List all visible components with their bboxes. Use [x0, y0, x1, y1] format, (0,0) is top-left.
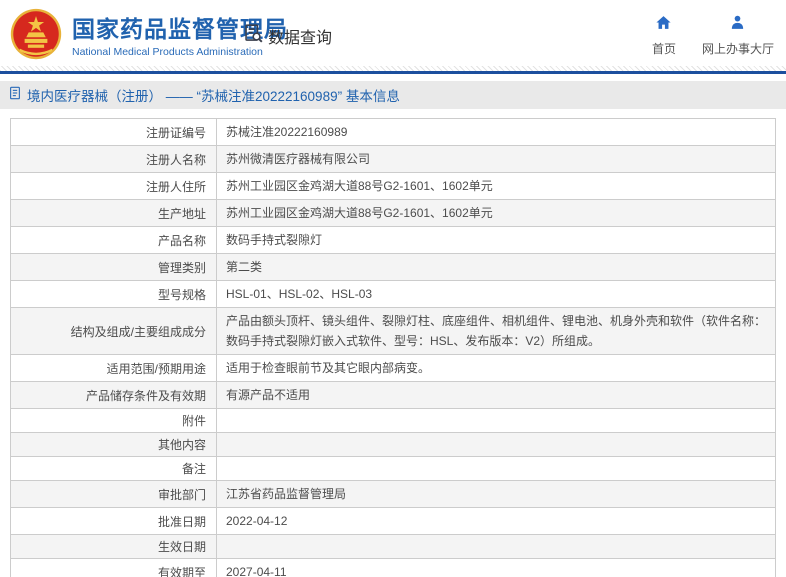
field-value: 2027-04-11 — [216, 558, 776, 577]
page-title-bar: 境内医疗器械（注册） —— “苏械注准20222160989” 基本信息 — [0, 81, 786, 109]
field-label: 批准日期 — [10, 507, 217, 535]
document-icon — [8, 86, 22, 105]
field-value — [216, 408, 776, 433]
field-value: 产品由额头顶杆、镜头组件、裂隙灯柱、底座组件、相机组件、锂电池、机身外壳和软件（… — [216, 307, 776, 355]
field-label-text: 生产地址 — [157, 206, 206, 221]
field-label-text: 注册人住所 — [145, 179, 206, 194]
page-title: 境内医疗器械（注册） —— “苏械注准20222160989” 基本信息 — [27, 89, 400, 104]
data-query-label: 数据查询 — [268, 30, 333, 47]
field-label: 附件 — [10, 408, 217, 433]
field-value: 第二类 — [216, 253, 776, 281]
table-row: 有效期至 2027-04-11 — [10, 558, 776, 577]
field-label: 审批部门 — [10, 480, 217, 508]
field-label-text: 其他内容 — [157, 438, 206, 452]
field-label: 有效期至 — [10, 558, 217, 577]
field-label-text: 产品储存条件及有效期 — [85, 388, 206, 403]
table-row: 批准日期 2022-04-12 — [10, 507, 776, 535]
field-label-text: 型号规格 — [157, 287, 206, 302]
field-label: 生产地址 — [10, 199, 217, 227]
field-label-text: 产品名称 — [157, 233, 206, 248]
field-label-text: 批准日期 — [157, 514, 206, 529]
field-value: 苏州工业园区金鸡湖大道88号G2-1601、1602单元 — [216, 172, 776, 200]
field-value: 适用于检查眼前节及其它眼内部病变。 — [216, 354, 776, 382]
table-row: 产品名称 数码手持式裂隙灯 — [10, 226, 776, 254]
table-row: 生产地址 苏州工业园区金鸡湖大道88号G2-1601、1602单元 — [10, 199, 776, 227]
site-header: 国家药品监督管理局 National Medical Products Admi… — [0, 0, 786, 66]
table-row: 适用范围/预期用途 适用于检查眼前节及其它眼内部病变。 — [10, 354, 776, 382]
field-label: 型号规格 — [10, 280, 217, 308]
page: 国家药品监督管理局 National Medical Products Admi… — [0, 0, 786, 577]
document-search-icon — [243, 23, 264, 49]
field-label: 管理类别 — [10, 253, 217, 281]
field-label: 产品名称 — [10, 226, 217, 254]
person-icon — [729, 14, 746, 36]
field-value — [216, 534, 776, 559]
home-icon — [655, 14, 672, 36]
table-row: 生效日期 — [10, 534, 776, 559]
table-row: 管理类别 第二类 — [10, 253, 776, 281]
field-label-text: 适用范围/预期用途 — [106, 361, 206, 376]
field-label: 其他内容 — [10, 432, 217, 457]
field-value: 苏州微清医疗器械有限公司 — [216, 145, 776, 173]
field-label: 注册人住所 — [10, 172, 217, 200]
nav-data-query[interactable]: 数据查询 — [243, 23, 332, 49]
field-value: 苏州工业园区金鸡湖大道88号G2-1601、1602单元 — [216, 199, 776, 227]
field-label: 结构及组成/主要组成成分 — [10, 307, 217, 355]
spacer — [0, 109, 786, 118]
field-value — [216, 456, 776, 481]
field-label: 备注 — [10, 456, 217, 481]
table-row: 注册证编号 苏械注准20222160989 — [10, 118, 776, 146]
field-label-text: 有效期至 — [157, 565, 206, 577]
top-nav: 首页 网上办事大厅 — [652, 14, 774, 57]
table-row: 产品储存条件及有效期 有源产品不适用 — [10, 381, 776, 409]
field-label-text: 管理类别 — [157, 260, 206, 275]
field-value: 2022-04-12 — [216, 507, 776, 535]
national-emblem-logo — [10, 8, 62, 60]
nav-home[interactable]: 首页 — [652, 14, 676, 57]
table-row: 附件 — [10, 408, 776, 433]
field-value: 数码手持式裂隙灯 — [216, 226, 776, 254]
field-value: HSL-01、HSL-02、HSL-03 — [216, 280, 776, 308]
table-row: 审批部门 江苏省药品监督管理局 — [10, 480, 776, 508]
table-row: 其他内容 — [10, 432, 776, 457]
field-value: 有源产品不适用 — [216, 381, 776, 409]
field-label-text: 生效日期 — [157, 540, 206, 554]
field-label: 注册人名称 — [10, 145, 217, 173]
field-value: 江苏省药品监督管理局 — [216, 480, 776, 508]
field-label-text: 审批部门 — [157, 487, 206, 502]
field-label: 产品储存条件及有效期 — [10, 381, 217, 409]
nav-service-hall[interactable]: 网上办事大厅 — [702, 14, 774, 57]
field-label-text: 结构及组成/主要组成成分 — [70, 324, 206, 339]
nav-service-hall-label: 网上办事大厅 — [701, 42, 774, 56]
table-row: 型号规格 HSL-01、HSL-02、HSL-03 — [10, 280, 776, 308]
nav-home-label: 首页 — [651, 42, 676, 56]
field-label-text: 附件 — [181, 414, 206, 428]
info-table-body: 注册证编号 苏械注准20222160989 注册人名称 苏州微清医疗器械有限公司 — [10, 118, 776, 577]
field-label: 生效日期 — [10, 534, 217, 559]
field-label: 适用范围/预期用途 — [10, 354, 217, 382]
field-label-text: 注册证编号 — [145, 125, 206, 140]
table-row: 注册人名称 苏州微清医疗器械有限公司 — [10, 145, 776, 173]
table-row: 结构及组成/主要组成成分 产品由额头顶杆、镜头组件、裂隙灯柱、底座组件、相机组件… — [10, 307, 776, 355]
field-label-text: 备注 — [181, 462, 206, 476]
field-value: 苏械注准20222160989 — [216, 118, 776, 146]
field-label-text: 注册人名称 — [145, 152, 206, 167]
field-label: 注册证编号 — [10, 118, 217, 146]
table-row: 注册人住所 苏州工业园区金鸡湖大道88号G2-1601、1602单元 — [10, 172, 776, 200]
table-row: 备注 — [10, 456, 776, 481]
field-value — [216, 432, 776, 457]
info-table: 注册证编号 苏械注准20222160989 注册人名称 苏州微清医疗器械有限公司 — [10, 118, 776, 577]
spacer — [0, 74, 786, 81]
